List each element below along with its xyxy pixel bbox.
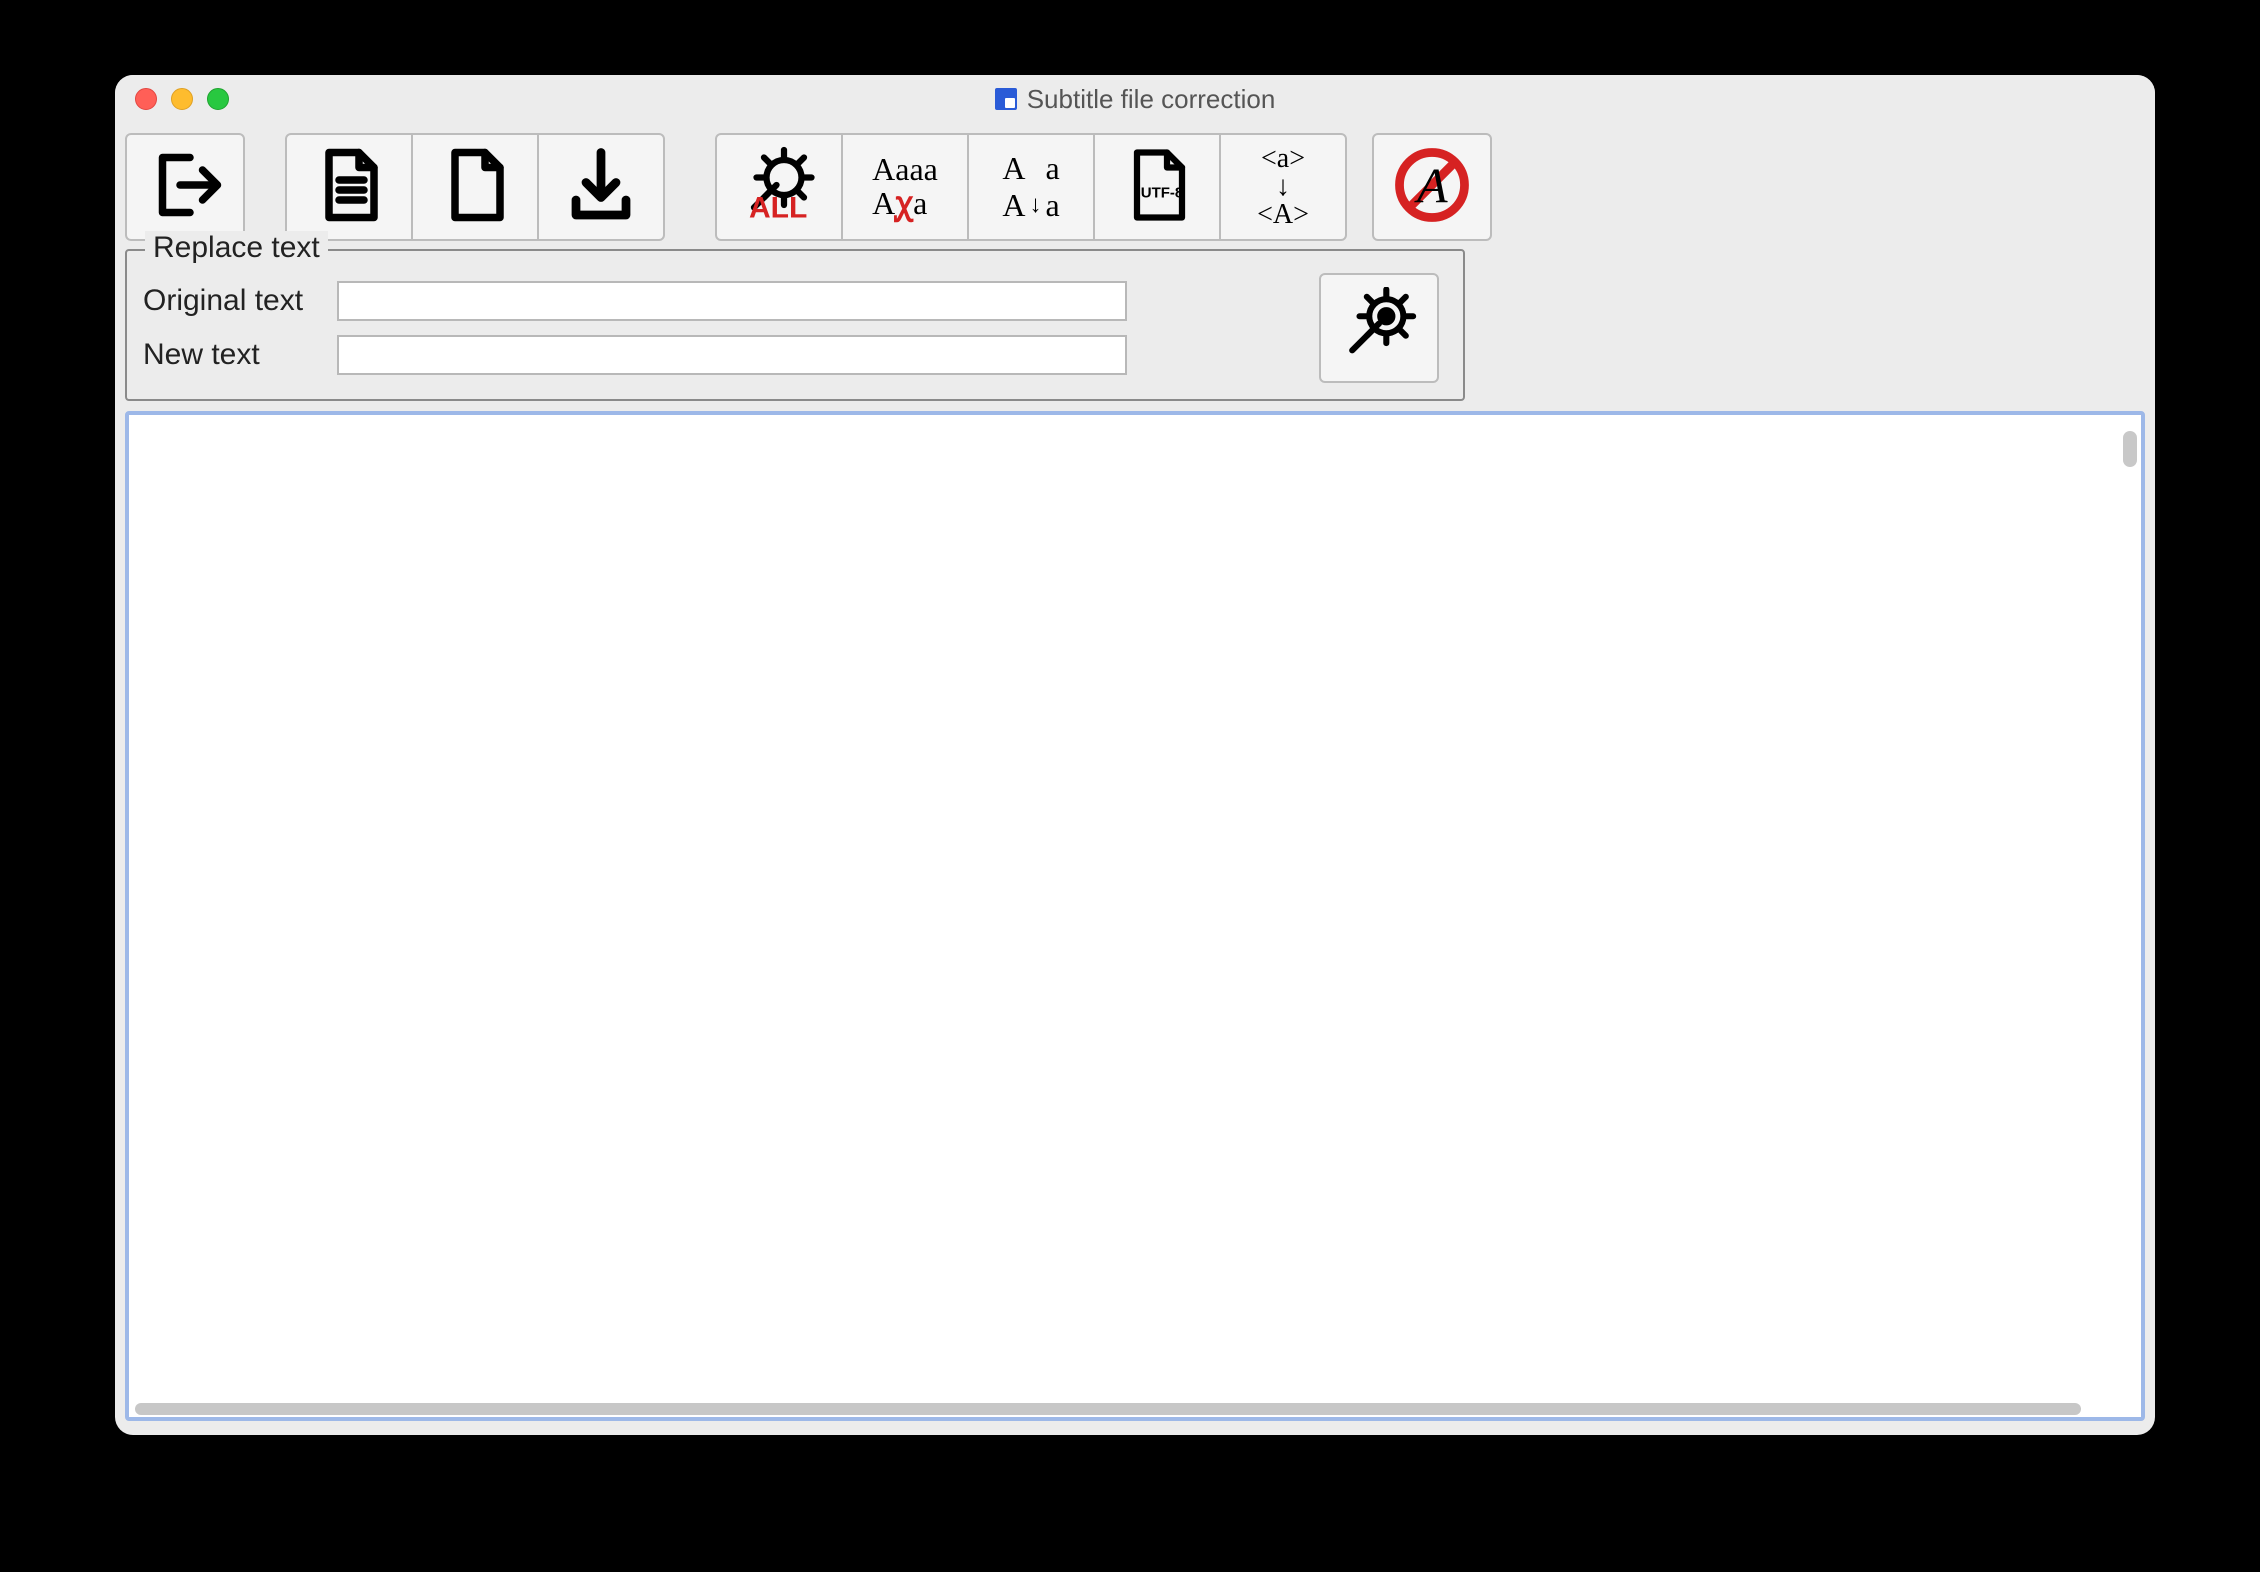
- fix-all-icon: ALL: [739, 145, 819, 230]
- file-group: [285, 133, 665, 241]
- exit-button[interactable]: [125, 133, 245, 241]
- svg-text:A: A: [1414, 157, 1448, 213]
- change-case-button[interactable]: A a A↓a: [967, 133, 1095, 241]
- zoom-window-button[interactable]: [207, 88, 229, 110]
- document-text-icon: [309, 145, 389, 230]
- correction-group: ALL Aaaa Aꭕa A a A↓a: [715, 133, 1347, 241]
- remove-duplicate-icon: Aaaa Aꭕa: [872, 153, 938, 220]
- exit-icon: [145, 145, 225, 230]
- save-button[interactable]: [537, 133, 665, 241]
- new-file-button[interactable]: [411, 133, 539, 241]
- new-text-label: New text: [143, 338, 323, 372]
- app-window: Subtitle file correction: [115, 75, 2155, 1435]
- original-text-label: Original text: [143, 284, 323, 318]
- svg-text:UTF-8: UTF-8: [1141, 184, 1184, 201]
- remove-duplicate-lines-button[interactable]: Aaaa Aꭕa: [841, 133, 969, 241]
- no-italic-icon: A: [1392, 145, 1472, 230]
- replace-text-group: Replace text Original text New text: [125, 249, 1465, 401]
- wrench-gear-icon: [1340, 287, 1418, 370]
- app-icon: [995, 88, 1017, 110]
- replace-legend: Replace text: [145, 231, 328, 265]
- fix-all-button[interactable]: ALL: [715, 133, 843, 241]
- window-controls: [135, 88, 229, 110]
- editor-panel: [125, 411, 2145, 1421]
- minimize-window-button[interactable]: [171, 88, 193, 110]
- new-text-input[interactable]: [337, 335, 1127, 375]
- horizontal-scrollbar-track: [129, 1401, 2141, 1417]
- horizontal-scrollbar[interactable]: [135, 1403, 2081, 1415]
- remove-formatting-button[interactable]: A: [1372, 133, 1492, 241]
- close-window-button[interactable]: [135, 88, 157, 110]
- change-case-icon: A a A↓a: [1002, 150, 1059, 224]
- open-file-button[interactable]: [285, 133, 413, 241]
- convert-utf8-button[interactable]: UTF-8: [1093, 133, 1221, 241]
- original-text-input[interactable]: [337, 281, 1127, 321]
- tag-case-icon: <a>↓<A>: [1257, 145, 1309, 229]
- vertical-scrollbar[interactable]: [2123, 431, 2137, 467]
- toolbar: ALL Aaaa Aꭕa A a A↓a: [115, 123, 2155, 249]
- titlebar: Subtitle file correction: [115, 75, 2155, 123]
- document-blank-icon: [435, 145, 515, 230]
- utf8-file-icon: UTF-8: [1117, 145, 1197, 230]
- convert-tag-case-button[interactable]: <a>↓<A>: [1219, 133, 1347, 241]
- download-icon: [561, 145, 641, 230]
- subtitle-editor[interactable]: [129, 415, 2141, 1401]
- svg-text:ALL: ALL: [749, 191, 807, 224]
- window-title: Subtitle file correction: [1027, 84, 1276, 115]
- run-replace-button[interactable]: [1319, 273, 1439, 383]
